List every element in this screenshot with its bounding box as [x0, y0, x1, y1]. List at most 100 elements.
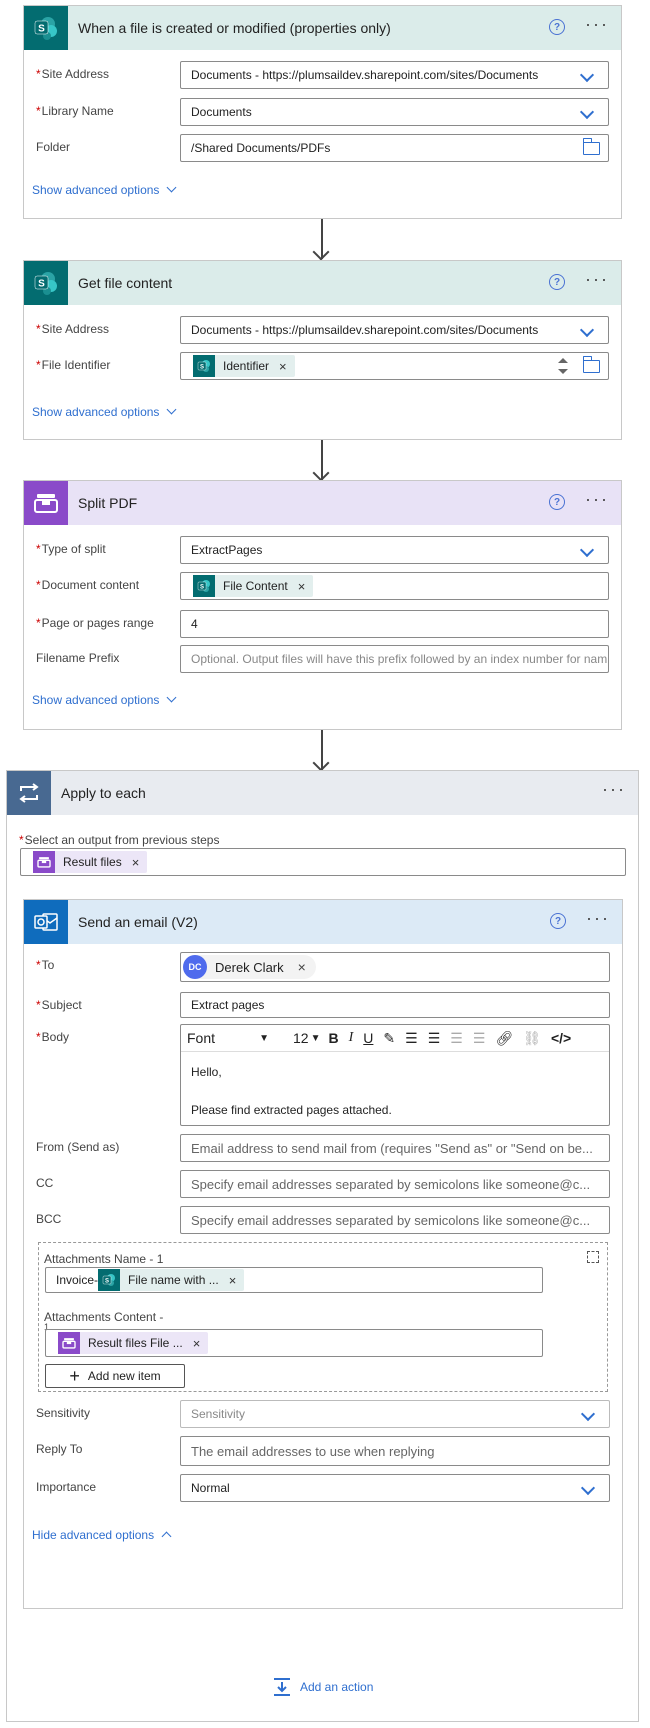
- file-name-token[interactable]: S File name with ... ×: [98, 1269, 245, 1291]
- body-text: Hello, Please find extracted pages attac…: [191, 1065, 392, 1117]
- required-mark: *: [36, 322, 41, 336]
- select-output-input[interactable]: Result files ×: [20, 848, 626, 876]
- help-icon[interactable]: ?: [549, 494, 565, 510]
- library-name-dropdown[interactable]: Documents: [180, 98, 609, 126]
- send-email-card: Send an email (V2) ? ··· *To DC Derek Cl…: [23, 899, 623, 1609]
- link-icon[interactable]: 🔗︎: [495, 1030, 513, 1047]
- trigger-header[interactable]: S When a file is created or modified (pr…: [24, 6, 621, 50]
- remove-token-icon[interactable]: ×: [193, 1336, 201, 1351]
- font-dropdown[interactable]: Font ▼: [187, 1030, 269, 1046]
- reply-to-input[interactable]: The email addresses to use when replying: [180, 1436, 610, 1466]
- remove-recipient-icon[interactable]: ×: [298, 959, 306, 975]
- sharepoint-icon: S: [98, 1269, 121, 1291]
- select-output-label: *Select an output from previous steps: [19, 833, 220, 847]
- code-view-icon[interactable]: </>: [551, 1030, 571, 1046]
- from-row: From (Send as) Email address to send mai…: [36, 1134, 610, 1162]
- required-mark: *: [36, 1030, 41, 1044]
- more-options-icon[interactable]: ···: [585, 490, 609, 508]
- site-address-dropdown[interactable]: Documents - https://plumsaildev.sharepoi…: [180, 61, 609, 89]
- from-label: From (Send as): [36, 1140, 120, 1154]
- stepper-icon[interactable]: [558, 356, 568, 376]
- site-address-dropdown[interactable]: Documents - https://plumsaildev.sharepoi…: [180, 316, 609, 344]
- bulleted-list-icon[interactable]: ☰: [405, 1030, 418, 1047]
- page-range-row: *Page or pages range 4: [36, 610, 609, 638]
- add-new-item-button[interactable]: + Add new item: [45, 1364, 185, 1388]
- attachments-content-input[interactable]: Result files File ... ×: [45, 1329, 543, 1357]
- bcc-input[interactable]: Specify email addresses separated by sem…: [180, 1206, 610, 1234]
- required-mark: *: [36, 578, 41, 592]
- required-mark: *: [36, 67, 41, 81]
- hide-advanced-options-link[interactable]: Hide advanced options: [32, 1528, 172, 1542]
- help-icon[interactable]: ?: [549, 19, 565, 35]
- attachments-name-input[interactable]: Invoice- S File name with ... ×: [45, 1267, 543, 1293]
- connector-arrow: [321, 440, 323, 480]
- subject-row: *Subject Extract pages: [36, 992, 610, 1018]
- remove-token-icon[interactable]: ×: [132, 855, 140, 870]
- sharepoint-icon: S: [24, 261, 68, 305]
- unlink-icon: ⛓︎: [523, 1029, 541, 1046]
- connector-arrow: [321, 219, 323, 259]
- show-advanced-options-link[interactable]: Show advanced options: [32, 404, 177, 419]
- folder-icon[interactable]: [582, 356, 600, 373]
- more-options-icon[interactable]: ···: [586, 909, 610, 927]
- reply-to-row: Reply To The email addresses to use when…: [36, 1436, 610, 1466]
- chevron-up-icon: [161, 1531, 172, 1542]
- sensitivity-placeholder: Sensitivity: [191, 1407, 246, 1421]
- from-input[interactable]: Email address to send mail from (require…: [180, 1134, 610, 1162]
- bold-icon[interactable]: B: [328, 1030, 338, 1046]
- get-file-content-card: S Get file content ? ··· *Site Address D…: [23, 260, 622, 440]
- help-icon[interactable]: ?: [550, 913, 566, 929]
- filename-prefix-label: Filename Prefix: [36, 651, 120, 665]
- identifier-token[interactable]: S Identifier ×: [193, 355, 295, 377]
- cc-input[interactable]: Specify email addresses separated by sem…: [180, 1170, 610, 1198]
- add-an-action-button[interactable]: Add an action: [272, 1677, 373, 1697]
- plumsail-documents-icon: [24, 481, 68, 525]
- chevron-down-icon: [579, 542, 595, 558]
- underline-icon[interactable]: U: [363, 1030, 373, 1046]
- filename-prefix-input[interactable]: Optional. Output files will have this pr…: [180, 645, 609, 673]
- folder-input[interactable]: /Shared Documents/PDFs: [180, 134, 609, 162]
- chevron-down-icon: [166, 404, 177, 415]
- recipient-chip[interactable]: DC Derek Clark ×: [183, 955, 316, 979]
- more-options-icon[interactable]: ···: [602, 780, 626, 798]
- library-name-value: Documents: [191, 105, 252, 119]
- show-advanced-options-link[interactable]: Show advanced options: [32, 182, 177, 197]
- remove-token-icon[interactable]: ×: [279, 359, 287, 374]
- remove-token-icon[interactable]: ×: [298, 579, 306, 594]
- split-pdf-header[interactable]: Split PDF ? ···: [24, 481, 621, 525]
- font-size-dropdown[interactable]: 12 ▼: [293, 1030, 320, 1046]
- subject-input[interactable]: Extract pages: [180, 992, 610, 1018]
- file-identifier-input[interactable]: S Identifier ×: [180, 352, 609, 380]
- site-address-value: Documents - https://plumsaildev.sharepoi…: [191, 323, 539, 337]
- send-email-header[interactable]: Send an email (V2) ? ···: [24, 900, 622, 944]
- more-options-icon[interactable]: ···: [585, 15, 609, 33]
- show-advanced-options-link[interactable]: Show advanced options: [32, 692, 177, 707]
- switch-to-text-mode-icon[interactable]: [587, 1251, 599, 1263]
- folder-icon[interactable]: [582, 138, 600, 155]
- result-files-content-token[interactable]: Result files File ... ×: [58, 1332, 209, 1354]
- remove-token-icon[interactable]: ×: [229, 1273, 237, 1288]
- help-icon[interactable]: ?: [549, 274, 565, 290]
- type-of-split-dropdown[interactable]: ExtractPages: [180, 536, 609, 564]
- file-content-token[interactable]: S File Content ×: [193, 575, 314, 597]
- to-input[interactable]: DC Derek Clark ×: [180, 952, 610, 982]
- italic-icon[interactable]: I: [349, 1030, 354, 1046]
- document-content-input[interactable]: S File Content ×: [180, 572, 609, 600]
- body-editor[interactable]: Font ▼ 12 ▼ B I U ✎ ☰ ☰ ☰ ☰ 🔗︎ ⛓︎ </> Hell…: [180, 1024, 610, 1126]
- body-row: *Body Font ▼ 12 ▼ B I U ✎ ☰ ☰ ☰ ☰ 🔗︎ ⛓︎ </…: [36, 1024, 610, 1126]
- chevron-down-icon: [166, 182, 177, 193]
- plumsail-documents-icon: [58, 1332, 80, 1354]
- more-options-icon[interactable]: ···: [585, 270, 609, 288]
- result-files-token[interactable]: Result files ×: [33, 851, 148, 873]
- trigger-card: S When a file is created or modified (pr…: [23, 5, 622, 219]
- sensitivity-dropdown[interactable]: Sensitivity: [180, 1400, 610, 1428]
- numbered-list-icon[interactable]: ☰: [428, 1030, 441, 1047]
- apply-to-each-header[interactable]: Apply to each ···: [7, 771, 638, 815]
- increase-indent-icon: ☰: [472, 1029, 486, 1046]
- get-file-header[interactable]: S Get file content ? ···: [24, 261, 621, 305]
- highlight-icon[interactable]: ✎: [383, 1030, 395, 1047]
- connector-arrow: [321, 730, 323, 770]
- cc-row: CC Specify email addresses separated by …: [36, 1170, 610, 1198]
- page-range-input[interactable]: 4: [180, 610, 609, 638]
- importance-dropdown[interactable]: Normal: [180, 1474, 610, 1502]
